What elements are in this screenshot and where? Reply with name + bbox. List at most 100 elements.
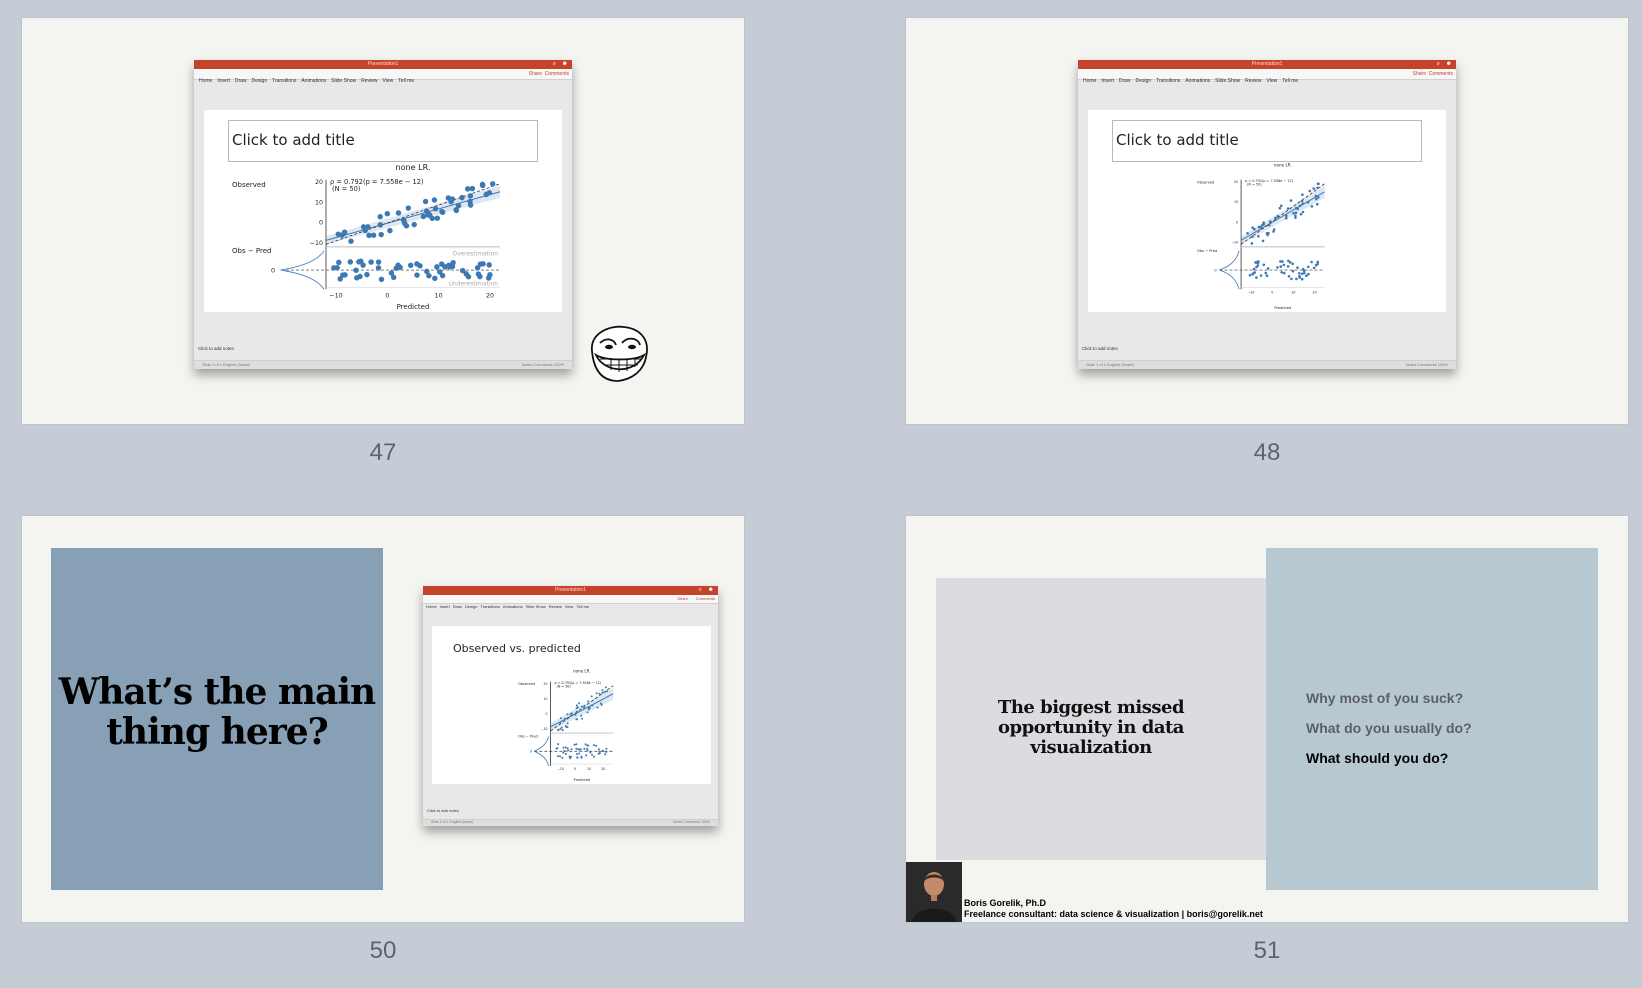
menu-tab[interactable]: Design bbox=[465, 603, 477, 611]
residual-point bbox=[487, 271, 493, 278]
observed-point bbox=[459, 194, 465, 201]
residual-point bbox=[604, 753, 607, 756]
observed-point bbox=[486, 190, 493, 196]
residual-point bbox=[1262, 263, 1266, 267]
status-left: Slide 1 of 1 English (Israel) bbox=[431, 820, 473, 824]
residual-point bbox=[1248, 273, 1252, 277]
observed-point bbox=[1251, 235, 1254, 239]
menu-tab[interactable]: View bbox=[383, 76, 394, 86]
slide-canvas[interactable]: Click to add title none LR. Observed Obs −… bbox=[1088, 110, 1446, 312]
observed-point bbox=[566, 726, 569, 729]
menu-tab[interactable]: Draw bbox=[453, 603, 462, 611]
residual-point bbox=[360, 262, 366, 268]
slide-canvas[interactable]: Observed vs. predicted none LR. Observed O… bbox=[432, 626, 711, 784]
menu-tab[interactable]: Slide Show bbox=[331, 76, 356, 86]
residual-point bbox=[568, 755, 571, 758]
search-icon: ⌕ bbox=[1436, 61, 1440, 67]
tell-me[interactable]: Tell me bbox=[398, 76, 414, 86]
regression-line bbox=[325, 191, 501, 241]
window-titlebar: Presentation1 ⌕ ☻ bbox=[194, 60, 572, 75]
menu-tab[interactable]: Slide Show bbox=[1215, 76, 1240, 86]
residual-point bbox=[1310, 260, 1313, 264]
title-placeholder[interactable]: Click to add title bbox=[228, 120, 538, 162]
menu-tab[interactable]: View bbox=[1267, 76, 1278, 86]
comments-button[interactable]: Comments bbox=[545, 69, 569, 79]
observed-point bbox=[405, 205, 412, 211]
observed-point bbox=[581, 717, 584, 720]
menu-tab[interactable]: Animations bbox=[1185, 76, 1210, 86]
tell-me[interactable]: Tell me bbox=[576, 603, 589, 611]
menu-tab[interactable]: Draw bbox=[1119, 76, 1131, 86]
notes-placeholder[interactable]: Click to add notes bbox=[198, 346, 234, 351]
menu-tab[interactable]: Insert bbox=[1101, 76, 1114, 86]
residual-point bbox=[1297, 271, 1301, 275]
observed-point bbox=[566, 722, 569, 725]
residual-point bbox=[587, 744, 590, 747]
observed-point bbox=[559, 721, 562, 724]
observed-point bbox=[1289, 199, 1293, 202]
title-placeholder[interactable]: Click to add title bbox=[1112, 120, 1422, 162]
observed-point bbox=[586, 711, 589, 714]
author-role: Freelance consultant: data science & vis… bbox=[964, 909, 1263, 919]
comments-button[interactable]: Comments bbox=[1429, 69, 1453, 79]
residual-point bbox=[573, 743, 576, 746]
observed-point bbox=[559, 727, 562, 730]
slide-thumbnail-50[interactable]: What’s the main thing here? Presentation… bbox=[22, 516, 744, 922]
residual-point bbox=[347, 259, 354, 265]
slide-number: 51 bbox=[1253, 937, 1281, 964]
menu-tab[interactable]: Review bbox=[361, 76, 377, 86]
slide-thumbnail-47[interactable]: Presentation1 ⌕ ☻ Home Insert Draw Design Tr… bbox=[22, 18, 744, 424]
menu-tab[interactable]: Review bbox=[549, 603, 562, 611]
menu-tab[interactable]: Design bbox=[1136, 76, 1152, 86]
menu-tab[interactable]: Home bbox=[199, 76, 212, 86]
menu-tab[interactable]: Insert bbox=[217, 76, 230, 86]
residual-point bbox=[1253, 271, 1257, 274]
notes-placeholder[interactable]: Click to add notes bbox=[1082, 346, 1118, 351]
menu-tab[interactable]: Home bbox=[1083, 76, 1096, 86]
observed-point bbox=[598, 692, 601, 695]
residual-point bbox=[1280, 270, 1284, 274]
residual-point bbox=[1291, 262, 1295, 266]
menu-tab[interactable]: Insert bbox=[440, 603, 450, 611]
menu-tab[interactable]: Transitions bbox=[480, 603, 499, 611]
observed-point bbox=[1294, 216, 1297, 219]
plot-title: none LR. bbox=[1274, 163, 1292, 168]
menu-tab[interactable]: Design bbox=[252, 76, 268, 86]
share-button[interactable]: Share bbox=[1413, 69, 1426, 79]
tell-me[interactable]: Tell me bbox=[1282, 76, 1298, 86]
y-tick-label: 0 bbox=[546, 712, 548, 716]
menu-tab[interactable]: Animations bbox=[503, 603, 523, 611]
menu-tab[interactable]: Draw bbox=[235, 76, 247, 86]
observed-point bbox=[564, 725, 567, 727]
menu-tab[interactable]: Slide Show bbox=[526, 603, 546, 611]
x-tick-label: 10 bbox=[1291, 291, 1295, 295]
slide-thumbnail-51[interactable]: The biggest missed opportunity in data v… bbox=[906, 516, 1628, 922]
residual-point bbox=[375, 259, 382, 265]
residual-point bbox=[598, 750, 601, 753]
observed-point bbox=[1315, 202, 1319, 206]
slide-thumbnail-48[interactable]: Presentation1 ⌕ ☻ Home Insert Draw Design Tr… bbox=[906, 18, 1628, 424]
share-button[interactable]: Share bbox=[529, 69, 542, 79]
share-button[interactable]: Share bbox=[677, 595, 688, 603]
observed-point bbox=[377, 222, 384, 228]
observed-point bbox=[1301, 193, 1304, 197]
powerpoint-window: Presentation1 ⌕ ☻ Home Insert Draw Design Tr… bbox=[423, 586, 718, 826]
menu-tab[interactable]: Review bbox=[1245, 76, 1261, 86]
status-left: Slide 1 of 1 English (Israel) bbox=[202, 362, 250, 367]
menu-tab[interactable]: Transitions bbox=[1156, 76, 1180, 86]
menu-tab[interactable]: Animations bbox=[301, 76, 326, 86]
residual-point bbox=[576, 756, 579, 759]
observed-point bbox=[1257, 234, 1260, 238]
slide-canvas[interactable]: Click to add title none LR. Observed Obs −… bbox=[204, 110, 562, 312]
user-icon: ☻ bbox=[561, 61, 568, 67]
menu-tab[interactable]: Home bbox=[426, 603, 437, 611]
menu-tab[interactable]: Transitions bbox=[272, 76, 296, 86]
observed-point bbox=[1274, 216, 1277, 220]
residual-point bbox=[595, 744, 598, 747]
comments-button[interactable]: Comments bbox=[696, 595, 715, 603]
residual-point bbox=[597, 752, 600, 755]
menu-tab[interactable]: View bbox=[565, 603, 574, 611]
y-tick-label: −10 bbox=[1231, 241, 1238, 245]
notes-placeholder[interactable]: Click to add notes bbox=[427, 808, 459, 813]
observed-point bbox=[559, 717, 562, 720]
